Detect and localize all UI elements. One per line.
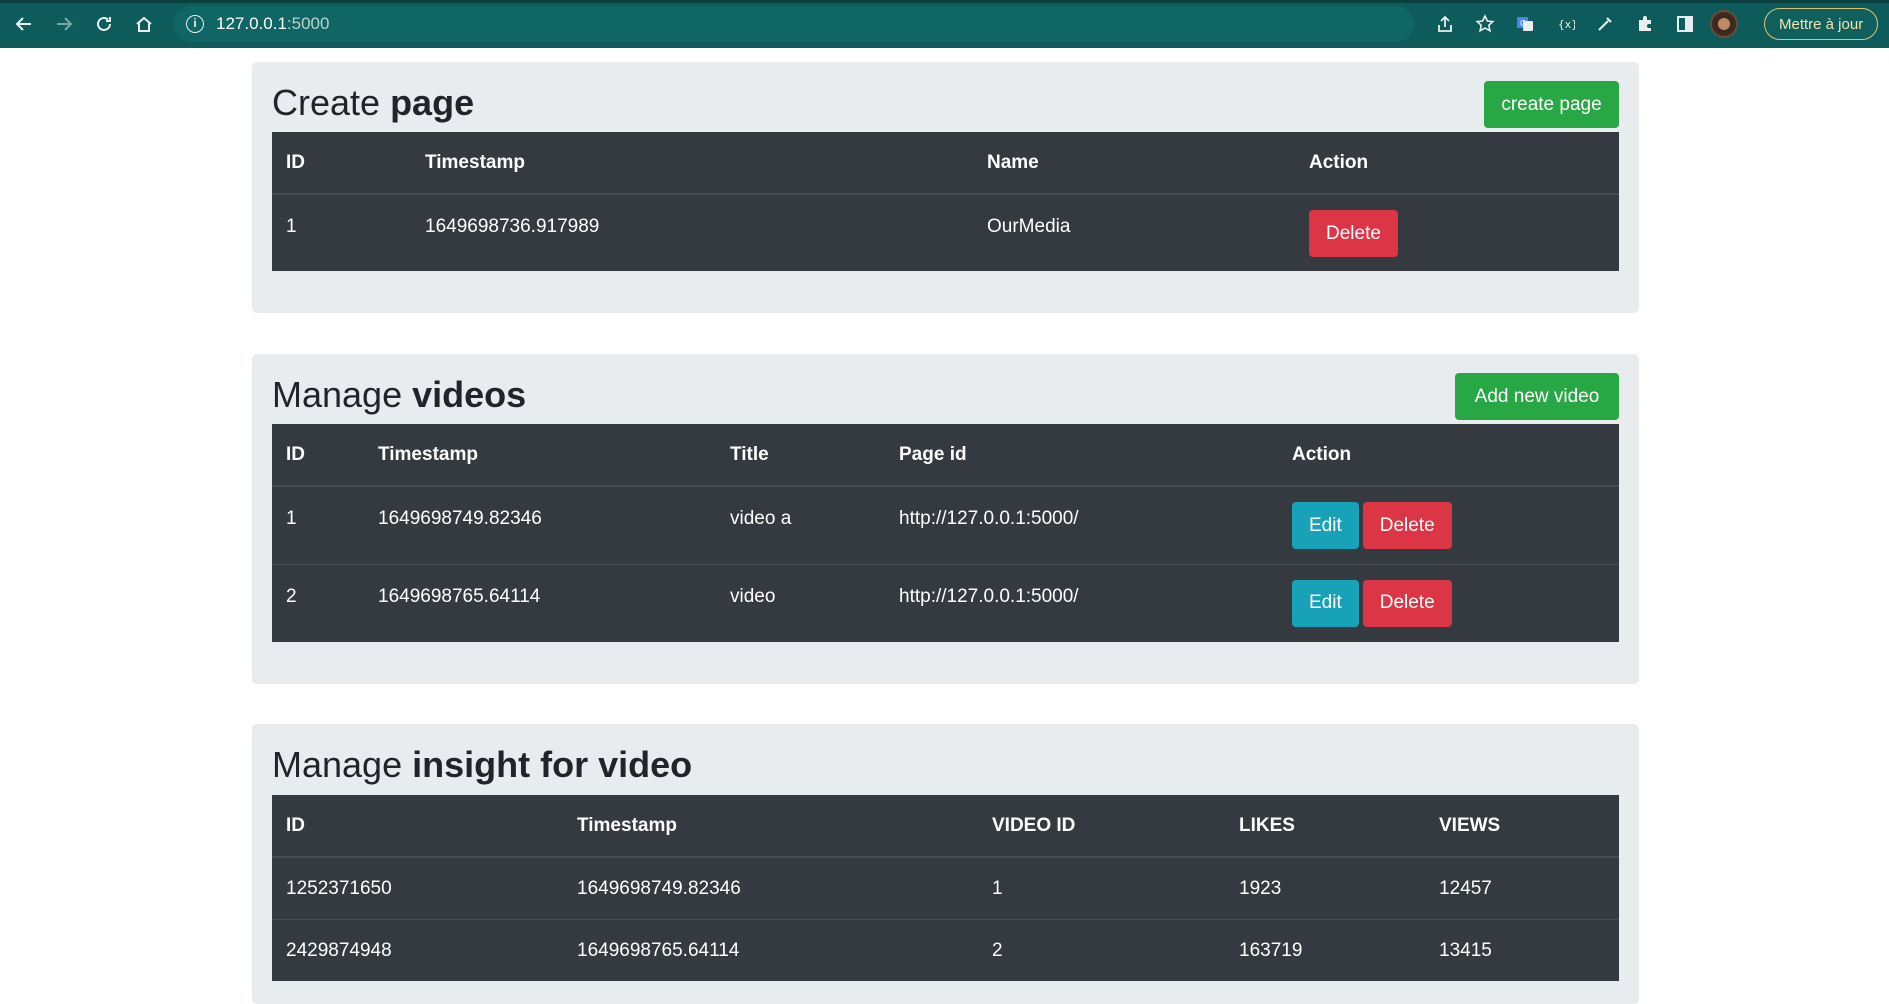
reload-icon[interactable] — [84, 4, 124, 44]
column-header: LIKES — [1225, 795, 1425, 858]
manage-insight-panel: Manage insight for video ID Timestamp VI… — [252, 724, 1639, 1004]
url-host: 127.0.0.1 — [216, 14, 287, 33]
table-header-row: ID Timestamp Name Action — [272, 132, 1619, 195]
table-row: 1 1649698736.917989 OurMedia Delete — [272, 193, 1619, 271]
manage-videos-heading: Manage videos — [272, 374, 527, 415]
share-icon[interactable] — [1430, 9, 1460, 39]
create-page-button[interactable]: create page — [1484, 81, 1619, 128]
column-header: Page id — [885, 424, 1278, 487]
side-panel-icon[interactable] — [1670, 9, 1700, 39]
table-row: 1 1649698749.82346 video a http://127.0.… — [272, 485, 1619, 564]
cell-page-id: http://127.0.0.1:5000/ — [885, 563, 1278, 642]
cell-action: Edit Delete — [1278, 563, 1619, 642]
table-header-row: ID Timestamp VIDEO ID LIKES VIEWS — [272, 795, 1619, 858]
column-header: VIEWS — [1425, 795, 1619, 858]
column-header: ID — [272, 424, 364, 487]
delete-button[interactable]: Delete — [1362, 502, 1452, 549]
create-page-heading: Create page — [272, 82, 475, 123]
column-header: Timestamp — [563, 795, 978, 858]
back-icon[interactable] — [4, 4, 44, 44]
manage-videos-panel: Manage videos Add new video ID Timestamp… — [252, 354, 1639, 684]
profile-avatar[interactable] — [1710, 10, 1738, 38]
create-page-panel: Create page create page ID Timestamp Nam… — [252, 62, 1639, 313]
cell-title: video a — [716, 485, 885, 564]
cell-timestamp: 1649698736.917989 — [411, 193, 973, 271]
manage-insight-heading: Manage insight for video — [272, 744, 693, 785]
cell-action: Edit Delete — [1278, 485, 1619, 564]
cell-action: Delete — [1295, 193, 1619, 271]
insights-table: ID Timestamp VIDEO ID LIKES VIEWS 125237… — [272, 795, 1619, 981]
toolbar-extensions: G {x} — [1430, 0, 1738, 48]
column-header: Title — [716, 424, 885, 487]
cell-id: 1 — [272, 193, 411, 271]
edit-button[interactable]: Edit — [1292, 502, 1359, 549]
cell-views: 13415 — [1425, 918, 1619, 981]
column-header: Timestamp — [364, 424, 716, 487]
browser-toolbar: i 127.0.0.1:5000 G {x} Mettre à jour — [0, 0, 1889, 48]
svg-text:G: G — [1520, 19, 1526, 28]
home-icon[interactable] — [124, 4, 164, 44]
extension-bracket-icon[interactable]: {x} — [1550, 9, 1580, 39]
table-row: 1252371650 1649698749.82346 1 1923 12457 — [272, 856, 1619, 919]
cell-id: 2429874948 — [272, 918, 563, 981]
column-header: VIDEO ID — [978, 795, 1225, 858]
cell-timestamp: 1649698765.64114 — [563, 918, 978, 981]
bookmark-star-icon[interactable] — [1470, 9, 1500, 39]
delete-button[interactable]: Delete — [1362, 579, 1452, 627]
table-header-row: ID Timestamp Title Page id Action — [272, 424, 1619, 487]
cell-likes: 1923 — [1225, 856, 1425, 919]
column-header: ID — [272, 795, 563, 858]
cell-title: video — [716, 563, 885, 642]
add-new-video-button[interactable]: Add new video — [1455, 373, 1619, 420]
forward-icon[interactable] — [44, 4, 84, 44]
cell-likes: 163719 — [1225, 918, 1425, 981]
translate-icon[interactable]: G — [1510, 9, 1540, 39]
delete-button[interactable]: Delete — [1309, 210, 1398, 257]
videos-table: ID Timestamp Title Page id Action 1 1649… — [272, 424, 1619, 642]
cell-timestamp: 1649698749.82346 — [364, 485, 716, 564]
column-header: Action — [1278, 424, 1619, 487]
cell-id: 2 — [272, 563, 364, 642]
site-info-icon[interactable]: i — [186, 15, 204, 33]
cell-id: 1 — [272, 485, 364, 564]
cell-timestamp: 1649698749.82346 — [563, 856, 978, 919]
column-header: Name — [973, 132, 1295, 195]
cell-id: 1252371650 — [272, 856, 563, 919]
url-port: :5000 — [286, 14, 330, 33]
update-browser-button[interactable]: Mettre à jour — [1764, 8, 1879, 40]
table-row: 2 1649698765.64114 video http://127.0.0.… — [272, 563, 1619, 642]
pages-table: ID Timestamp Name Action 1 1649698736.91… — [272, 132, 1619, 271]
cell-name: OurMedia — [973, 193, 1295, 271]
extensions-puzzle-icon[interactable] — [1630, 9, 1660, 39]
cell-views: 12457 — [1425, 856, 1619, 919]
column-header: Action — [1295, 132, 1619, 195]
column-header: Timestamp — [411, 132, 973, 195]
address-bar[interactable]: i 127.0.0.1:5000 — [174, 6, 1414, 42]
color-picker-icon[interactable] — [1590, 9, 1620, 39]
edit-button[interactable]: Edit — [1292, 579, 1359, 627]
table-row: 2429874948 1649698765.64114 2 163719 134… — [272, 918, 1619, 981]
cell-timestamp: 1649698765.64114 — [364, 563, 716, 642]
cell-video-id: 2 — [978, 918, 1225, 981]
column-header: ID — [272, 132, 411, 195]
cell-video-id: 1 — [978, 856, 1225, 919]
svg-text:{x}: {x} — [1558, 18, 1575, 31]
cell-page-id: http://127.0.0.1:5000/ — [885, 485, 1278, 564]
